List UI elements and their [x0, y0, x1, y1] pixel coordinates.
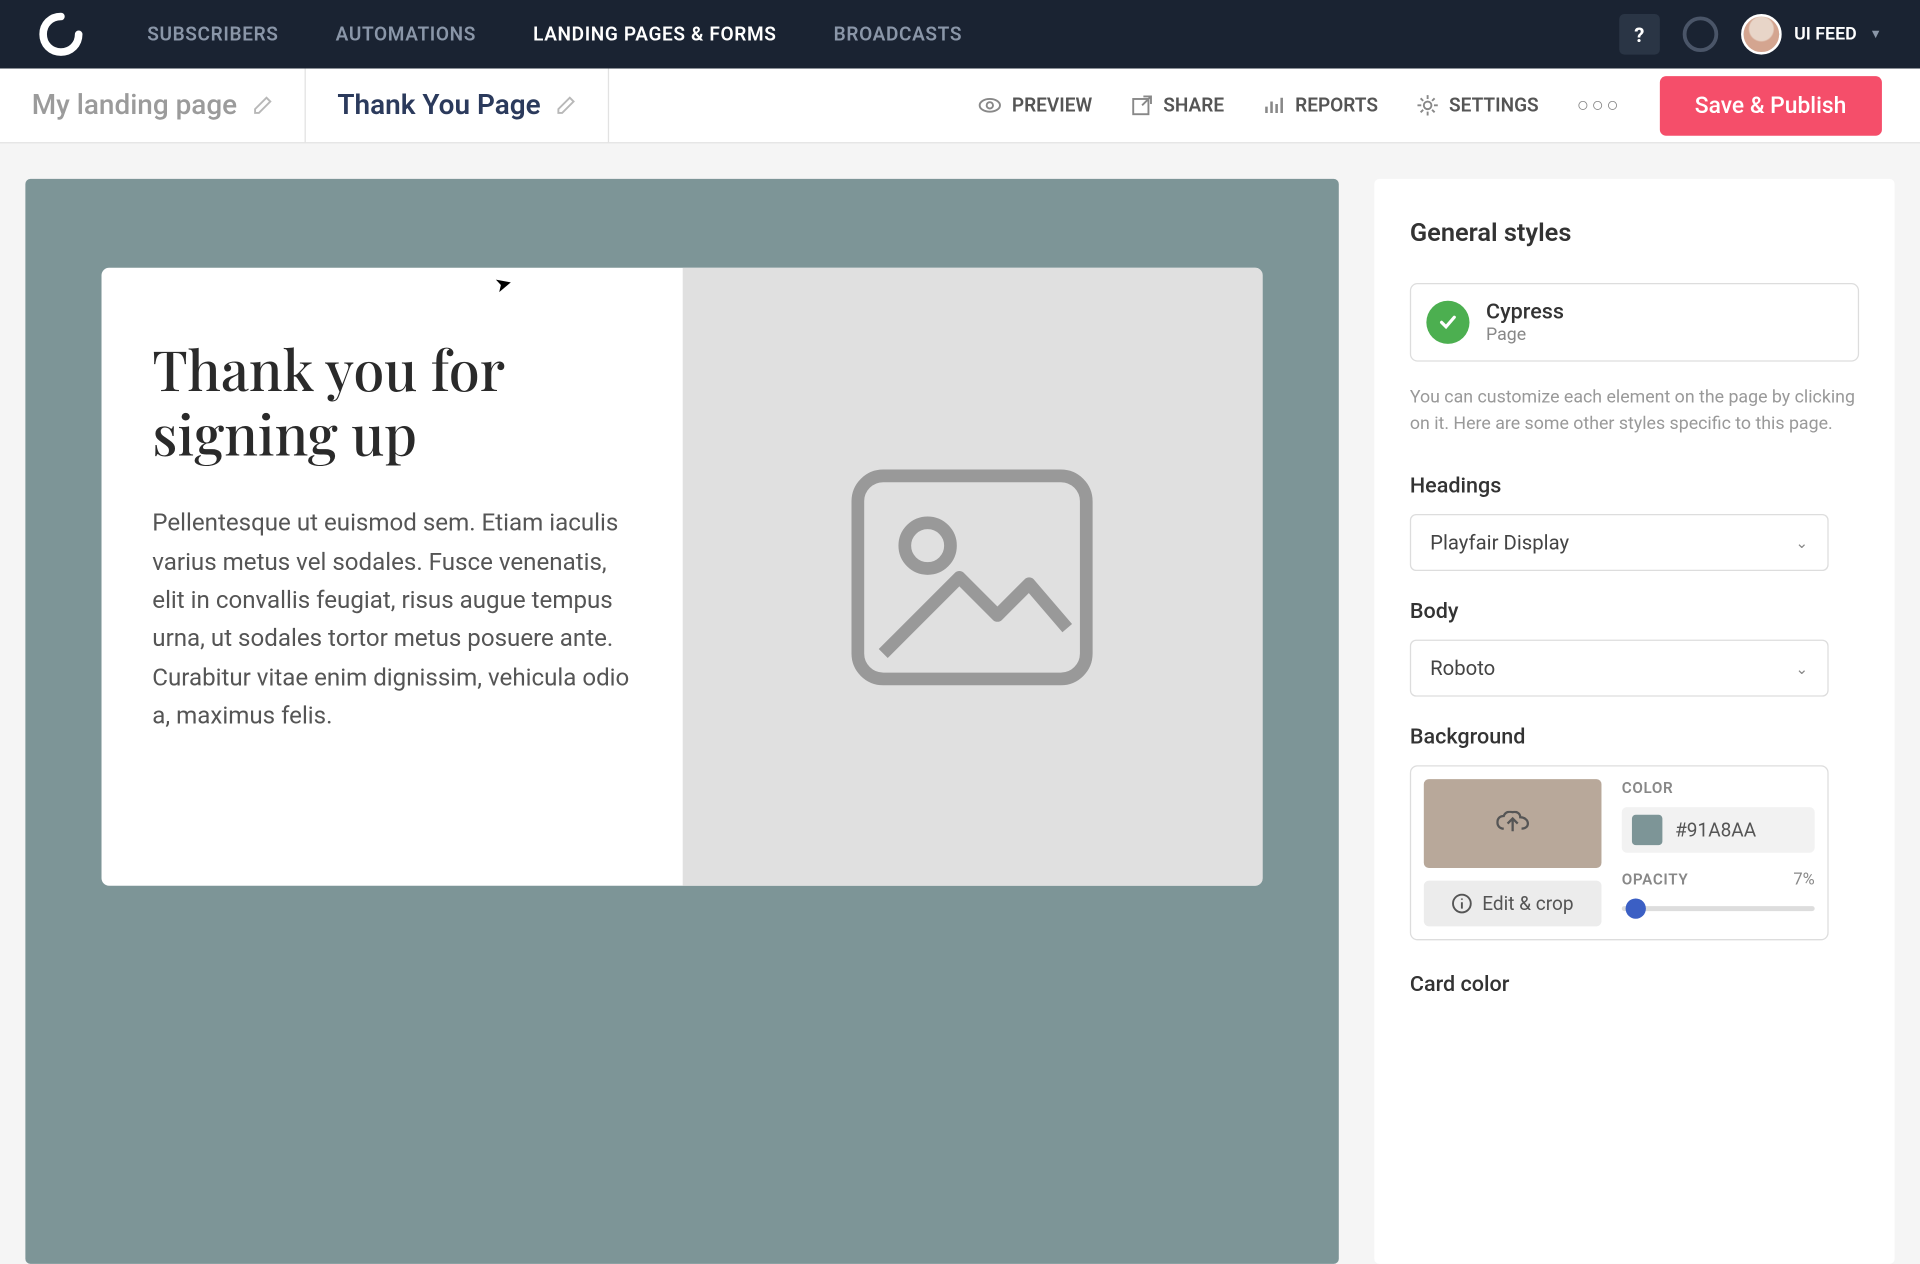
- headings-value: Playfair Display: [1430, 530, 1569, 554]
- tab-thank-you-page[interactable]: Thank You Page: [306, 69, 610, 143]
- color-mini-label: COLOR: [1622, 779, 1815, 797]
- settings-label: SETTINGS: [1449, 94, 1539, 117]
- body-select[interactable]: Roboto ⌄: [1410, 640, 1829, 697]
- pencil-icon[interactable]: [252, 95, 272, 115]
- headings-select[interactable]: Playfair Display ⌄: [1410, 514, 1829, 571]
- save-publish-button[interactable]: Save & Publish: [1659, 76, 1882, 136]
- landing-card[interactable]: Thank you for signing up Pellentesque ut…: [102, 268, 1263, 886]
- check-icon: [1426, 301, 1469, 344]
- sub-actions: PREVIEW SHARE REPORTS SETTINGS ○○○ Save …: [979, 76, 1882, 136]
- chart-icon: [1262, 94, 1285, 117]
- canvas-area[interactable]: ➤ Thank you for signing up Pellentesque …: [25, 179, 1338, 1264]
- tab-label: Thank You Page: [337, 89, 540, 121]
- chevron-down-icon: ▼: [1869, 27, 1882, 41]
- slider-thumb[interactable]: [1625, 898, 1645, 918]
- nav-subscribers[interactable]: SUBSCRIBERS: [147, 23, 278, 46]
- card-image-placeholder[interactable]: [682, 268, 1263, 886]
- reports-label: REPORTS: [1295, 94, 1378, 117]
- edit-crop-label: Edit & crop: [1482, 892, 1573, 915]
- nav-broadcasts[interactable]: BROADCASTS: [834, 23, 963, 46]
- headings-label: Headings: [1410, 473, 1859, 498]
- main-content: ➤ Thank you for signing up Pellentesque …: [0, 143, 1920, 1264]
- settings-button[interactable]: SETTINGS: [1416, 94, 1539, 117]
- nav-right: ? UI FEED ▼: [1619, 14, 1882, 55]
- template-selector[interactable]: Cypress Page: [1410, 283, 1859, 362]
- chevron-down-icon: ⌄: [1796, 659, 1809, 677]
- bg-image-upload[interactable]: [1424, 779, 1602, 868]
- share-icon: [1130, 94, 1153, 117]
- preview-button[interactable]: PREVIEW: [979, 94, 1092, 117]
- opacity-mini-label: OPACITY: [1622, 871, 1689, 889]
- help-icon[interactable]: ?: [1619, 14, 1660, 55]
- card-body-text[interactable]: Pellentesque ut euismod sem. Etiam iacul…: [152, 504, 631, 735]
- opacity-value: 7%: [1793, 871, 1814, 899]
- card-heading[interactable]: Thank you for signing up: [152, 338, 631, 466]
- edit-crop-button[interactable]: Edit & crop: [1424, 881, 1602, 927]
- more-icon[interactable]: ○○○: [1577, 93, 1621, 118]
- preview-label: PREVIEW: [1012, 94, 1092, 117]
- avatar: [1741, 14, 1782, 55]
- background-label: Background: [1410, 725, 1859, 750]
- share-label: SHARE: [1163, 94, 1224, 117]
- logo-icon[interactable]: [38, 11, 84, 57]
- status-circle-icon: [1682, 16, 1718, 52]
- color-hex-value: #91A8AA: [1675, 819, 1756, 842]
- page-tabs: My landing page Thank You Page: [0, 69, 609, 143]
- color-swatch: [1632, 815, 1662, 845]
- image-placeholder-icon: [833, 450, 1112, 704]
- username-label: UI FEED: [1794, 24, 1857, 44]
- info-icon: [1452, 893, 1472, 913]
- background-section: Edit & crop COLOR #91A8AA OPACITY 7%: [1410, 765, 1829, 940]
- template-subtitle: Page: [1486, 325, 1564, 345]
- body-value: Roboto: [1430, 656, 1495, 680]
- body-label: Body: [1410, 599, 1859, 624]
- template-name: Cypress: [1486, 299, 1564, 324]
- cloud-upload-icon: [1496, 811, 1529, 836]
- gear-icon: [1416, 94, 1439, 117]
- pencil-icon[interactable]: [556, 95, 576, 115]
- chevron-down-icon: ⌄: [1796, 534, 1809, 552]
- opacity-slider[interactable]: [1622, 906, 1815, 911]
- card-color-label: Card color: [1410, 972, 1859, 997]
- nav-links: SUBSCRIBERS AUTOMATIONS LANDING PAGES & …: [147, 23, 962, 46]
- nav-automations[interactable]: AUTOMATIONS: [336, 23, 476, 46]
- tab-my-landing-page[interactable]: My landing page: [0, 69, 306, 143]
- user-menu[interactable]: UI FEED ▼: [1741, 14, 1882, 55]
- reports-button[interactable]: REPORTS: [1262, 94, 1378, 117]
- help-text: You can customize each element on the pa…: [1410, 385, 1859, 438]
- eye-icon: [979, 94, 1002, 117]
- sub-header: My landing page Thank You Page PREVIEW S…: [0, 69, 1920, 144]
- share-button[interactable]: SHARE: [1130, 94, 1224, 117]
- sidebar-panel: General styles Cypress Page You can cust…: [1374, 179, 1894, 1264]
- tab-label: My landing page: [32, 89, 237, 121]
- nav-landing-pages[interactable]: LANDING PAGES & FORMS: [533, 23, 776, 46]
- color-picker[interactable]: #91A8AA: [1622, 807, 1815, 853]
- card-text-column: Thank you for signing up Pellentesque ut…: [102, 268, 683, 886]
- top-nav: SUBSCRIBERS AUTOMATIONS LANDING PAGES & …: [0, 0, 1920, 69]
- sidebar-title: General styles: [1410, 217, 1859, 247]
- nav-left: SUBSCRIBERS AUTOMATIONS LANDING PAGES & …: [38, 11, 962, 57]
